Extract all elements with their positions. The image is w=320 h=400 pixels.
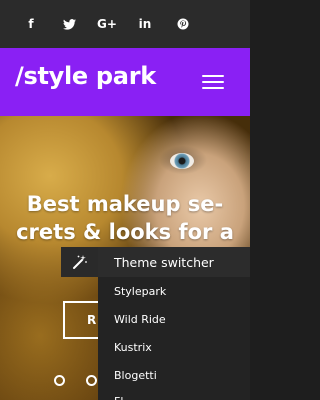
twitter-bird-glyph xyxy=(62,18,76,30)
facebook-icon[interactable]: f xyxy=(20,13,42,35)
hamburger-line-top xyxy=(202,75,224,77)
social-bar: f G+ in xyxy=(0,0,250,48)
slider-dot-2[interactable] xyxy=(86,375,97,386)
linkedin-label: in xyxy=(138,17,152,31)
site-header: /style park xyxy=(0,48,250,116)
hero-title: Best makeup se- crets & looks for a xyxy=(0,190,250,246)
site-logo[interactable]: /style park xyxy=(15,62,156,90)
slider-dot-1[interactable] xyxy=(54,375,65,386)
twitter-icon[interactable] xyxy=(58,13,80,35)
pinterest-glyph xyxy=(177,18,189,30)
google-plus-label: G+ xyxy=(97,17,117,31)
hero-title-line-1: Best makeup se- xyxy=(26,192,224,216)
pinterest-icon[interactable] xyxy=(172,13,194,35)
theme-switcher-title: Theme switcher xyxy=(98,247,250,277)
google-plus-icon[interactable]: G+ xyxy=(96,13,118,35)
facebook-label: f xyxy=(28,17,34,31)
magic-wand-icon xyxy=(72,255,87,269)
theme-option-stylepark[interactable]: Stylepark xyxy=(114,285,166,298)
theme-switcher-toggle[interactable] xyxy=(61,247,98,277)
theme-option-blogetti[interactable]: Blogetti xyxy=(114,369,157,382)
hero-title-line-2: crets & looks for a xyxy=(16,220,234,244)
hamburger-line-bottom xyxy=(202,87,224,89)
hamburger-icon[interactable] xyxy=(202,72,228,92)
hero-model-eye xyxy=(170,153,194,169)
theme-option-kustrix[interactable]: Kustrix xyxy=(114,341,152,354)
theme-option-wild-ride[interactable]: Wild Ride xyxy=(114,313,166,326)
theme-switcher-panel: Theme switcher Stylepark Wild Ride Kustr… xyxy=(98,247,250,400)
hero-button-label: R xyxy=(87,313,97,327)
linkedin-icon[interactable]: in xyxy=(134,13,156,35)
hamburger-line-middle xyxy=(202,81,224,83)
theme-option-partial[interactable]: Fl xyxy=(114,395,123,400)
